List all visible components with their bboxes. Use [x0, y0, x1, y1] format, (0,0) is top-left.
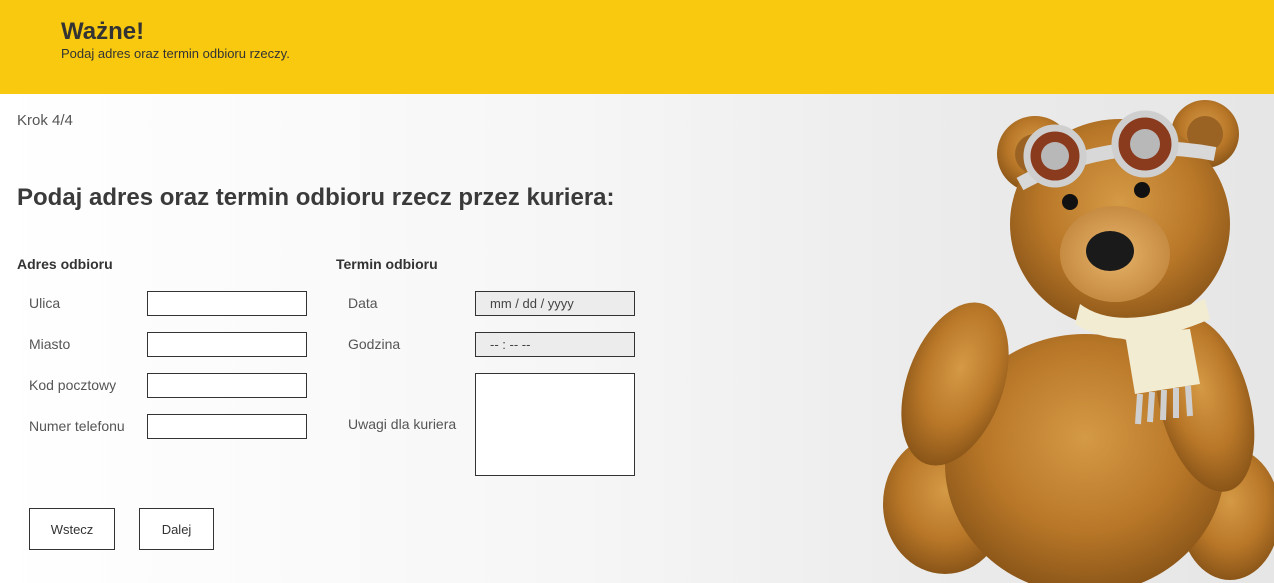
- form-panel: Krok 4/4 Podaj adres oraz termin odbioru…: [0, 94, 1274, 583]
- street-label: Ulica: [29, 295, 61, 311]
- date-placeholder: mm / dd / yyyy: [490, 296, 574, 311]
- courier-notes-value: [476, 374, 634, 475]
- schedule-section-title: Termin odbioru: [336, 256, 438, 272]
- back-button[interactable]: Wstecz: [29, 508, 115, 550]
- postal-code-input-value: [148, 374, 306, 397]
- address-section-title: Adres odbioru: [17, 256, 113, 272]
- city-input-value: [148, 333, 306, 356]
- city-input[interactable]: [147, 332, 307, 357]
- postal-code-label: Kod pocztowy: [29, 377, 117, 393]
- city-label: Miasto: [29, 336, 71, 352]
- page-title: Podaj adres oraz termin odbioru rzecz pr…: [17, 184, 615, 211]
- street-input[interactable]: [147, 291, 307, 316]
- courier-notes-label: Uwagi dla kuriera: [348, 416, 457, 432]
- date-input[interactable]: mm / dd / yyyy: [475, 291, 635, 316]
- banner-subtitle: Podaj adres oraz termin odbioru rzeczy.: [61, 46, 290, 61]
- time-label: Godzina: [348, 336, 401, 352]
- next-button[interactable]: Dalej: [139, 508, 214, 550]
- courier-notes-textarea[interactable]: [475, 373, 635, 476]
- teddy-bear-image: [883, 100, 1274, 583]
- postal-code-input[interactable]: [147, 373, 307, 398]
- phone-input[interactable]: [147, 414, 307, 439]
- street-input-value: [148, 292, 306, 315]
- banner-title: Ważne!: [61, 18, 145, 45]
- phone-input-value: [148, 415, 306, 438]
- alert-banner: Ważne! Podaj adres oraz termin odbioru r…: [0, 0, 1274, 94]
- time-input[interactable]: -- : -- --: [475, 332, 635, 357]
- time-placeholder: -- : -- --: [490, 337, 531, 352]
- date-label: Data: [348, 295, 378, 311]
- phone-label: Numer telefonu: [29, 418, 125, 434]
- step-indicator: Krok 4/4: [17, 112, 73, 129]
